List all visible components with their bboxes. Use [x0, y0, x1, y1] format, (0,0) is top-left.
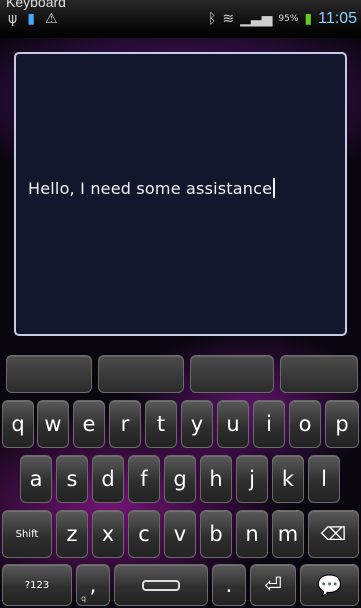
key-c[interactable]: c: [128, 510, 160, 558]
key-g[interactable]: g: [164, 455, 196, 503]
key-k[interactable]: k: [272, 455, 304, 503]
period-key[interactable]: .: [212, 564, 246, 606]
key-v[interactable]: v: [164, 510, 196, 558]
comma-key[interactable]: , q: [76, 564, 110, 606]
key-f[interactable]: f: [128, 455, 160, 503]
comma-sub-label: q: [81, 594, 87, 603]
key-n[interactable]: n: [236, 510, 268, 558]
key-l[interactable]: l: [308, 455, 340, 503]
key-y[interactable]: y: [181, 400, 213, 448]
battery-charging-icon: ▮: [27, 11, 35, 27]
status-bar: Keyboard ψ ▮ ⚠ ᛒ ≋ ▁▃▅ 95% ▮ 11:05: [0, 0, 361, 39]
key-p[interactable]: p: [325, 400, 359, 448]
key-t[interactable]: t: [145, 400, 177, 448]
key-s[interactable]: s: [56, 455, 88, 503]
text-caret: [273, 178, 276, 198]
editor-text: Hello, I need some assistance: [28, 178, 276, 198]
signal-icon: ▁▃▅: [240, 11, 273, 27]
editor-content: Hello, I need some assistance: [28, 179, 273, 198]
text-editor[interactable]: Hello, I need some assistance: [14, 52, 347, 336]
shift-key[interactable]: Shift: [2, 510, 52, 558]
space-bar[interactable]: [114, 564, 208, 606]
key-b[interactable]: b: [200, 510, 232, 558]
bluetooth-icon: ᛒ: [207, 11, 217, 27]
key-d[interactable]: d: [92, 455, 124, 503]
emoji-key[interactable]: 💬: [300, 564, 359, 606]
key-r[interactable]: r: [109, 400, 141, 448]
key-a[interactable]: a: [20, 455, 52, 503]
key-z[interactable]: z: [56, 510, 88, 558]
keyboard: q w e r t y u i o p a s d f g h j k l Sh…: [0, 350, 361, 608]
key-x[interactable]: x: [92, 510, 124, 558]
key-j[interactable]: j: [236, 455, 268, 503]
symbols-key[interactable]: ?123: [2, 564, 72, 606]
wifi-icon: ≋: [222, 11, 235, 27]
key-h[interactable]: h: [200, 455, 232, 503]
key-q[interactable]: q: [2, 400, 34, 448]
suggestion-slot-2[interactable]: [98, 355, 184, 393]
suggestion-slot-4[interactable]: [280, 355, 358, 393]
suggestion-slot-3[interactable]: [190, 355, 274, 393]
battery-percent: 95%: [278, 14, 299, 24]
key-o[interactable]: o: [289, 400, 321, 448]
key-i[interactable]: i: [253, 400, 285, 448]
warning-icon: ⚠: [44, 11, 58, 27]
enter-key[interactable]: ⏎: [250, 564, 296, 606]
key-m[interactable]: m: [272, 510, 304, 558]
usb-icon: ψ: [8, 11, 18, 27]
comma-label: ,: [89, 573, 97, 597]
key-w[interactable]: w: [37, 400, 69, 448]
battery-icon: ▮: [304, 11, 313, 27]
key-e[interactable]: e: [73, 400, 105, 448]
key-u[interactable]: u: [217, 400, 249, 448]
clock: 11:05: [318, 10, 357, 27]
suggestion-slot-1[interactable]: [6, 355, 92, 393]
space-bar-icon: [142, 579, 180, 591]
backspace-key[interactable]: ⌫: [308, 510, 359, 558]
cropped-title: Keyboard: [6, 0, 66, 10]
